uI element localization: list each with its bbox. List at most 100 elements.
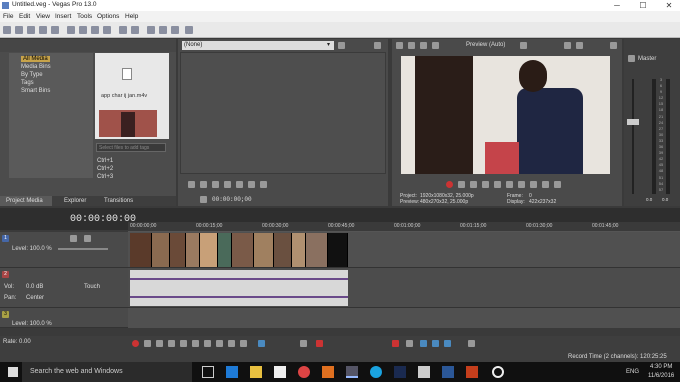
delete-icon[interactable] bbox=[316, 340, 323, 347]
save-icon[interactable] bbox=[27, 26, 35, 34]
loop-icon[interactable] bbox=[188, 181, 195, 188]
next-frame-icon[interactable] bbox=[260, 181, 267, 188]
clock-time[interactable]: 4:30 PM bbox=[650, 364, 672, 370]
vegas-pro-icon[interactable] bbox=[346, 366, 358, 378]
app-circle-icon[interactable] bbox=[492, 366, 504, 378]
save-snapshot-icon[interactable] bbox=[576, 42, 583, 49]
media-player-icon[interactable] bbox=[322, 366, 334, 378]
tree-item-by-type[interactable]: By Type bbox=[21, 72, 43, 78]
go-to-start-icon[interactable] bbox=[204, 340, 211, 347]
copy-snapshot-icon[interactable] bbox=[564, 42, 571, 49]
menu-options[interactable]: Options bbox=[97, 13, 119, 20]
record-icon[interactable] bbox=[446, 181, 453, 188]
menu-help[interactable]: Help bbox=[125, 13, 138, 20]
photoshop-icon[interactable] bbox=[394, 366, 406, 378]
stop-icon[interactable] bbox=[236, 181, 243, 188]
prev-frame-icon[interactable] bbox=[228, 340, 235, 347]
skype-icon[interactable] bbox=[370, 366, 382, 378]
grid-icon[interactable] bbox=[520, 42, 527, 49]
marker-icon[interactable] bbox=[392, 340, 399, 347]
windows-start-icon[interactable] bbox=[8, 367, 18, 377]
snapping-icon[interactable] bbox=[420, 340, 427, 347]
go-to-end-icon[interactable] bbox=[216, 340, 223, 347]
redo-icon[interactable] bbox=[131, 26, 139, 34]
tab-project-media[interactable]: Project Media bbox=[0, 196, 52, 206]
tree-item-smart-bins[interactable]: Smart Bins bbox=[21, 88, 50, 94]
powerpoint-icon[interactable] bbox=[466, 366, 478, 378]
menu-edit[interactable]: Edit bbox=[19, 13, 30, 20]
menu-file[interactable]: File bbox=[3, 13, 13, 20]
mail-icon[interactable] bbox=[418, 366, 430, 378]
next-frame-icon[interactable] bbox=[554, 181, 561, 188]
menu-insert[interactable]: Insert bbox=[55, 13, 71, 20]
pause-icon[interactable] bbox=[224, 181, 231, 188]
loop-icon[interactable] bbox=[144, 340, 151, 347]
next-frame-icon[interactable] bbox=[240, 340, 247, 347]
cut-icon[interactable] bbox=[67, 26, 75, 34]
preview-properties-icon[interactable] bbox=[396, 42, 403, 49]
video-level-slider[interactable] bbox=[58, 248, 108, 250]
open-icon[interactable] bbox=[15, 26, 23, 34]
timeline-tracks-area[interactable] bbox=[128, 232, 680, 328]
record-icon[interactable] bbox=[132, 340, 139, 347]
normal-edit-tool-icon[interactable] bbox=[147, 26, 155, 34]
edit-tool-icon[interactable] bbox=[258, 340, 265, 347]
audio-event[interactable] bbox=[130, 270, 348, 306]
tags-input[interactable]: Select files to add tags bbox=[96, 143, 166, 152]
tab-transitions[interactable]: Transitions bbox=[104, 198, 133, 204]
menu-view[interactable]: View bbox=[36, 13, 50, 20]
pause-icon[interactable] bbox=[494, 181, 501, 188]
prev-frame-icon[interactable] bbox=[248, 181, 255, 188]
preview-close-icon[interactable] bbox=[610, 42, 617, 49]
stop-icon[interactable] bbox=[192, 340, 199, 347]
external-monitor-icon[interactable] bbox=[408, 42, 415, 49]
master-fader-track[interactable] bbox=[632, 79, 634, 194]
maximize-button[interactable]: ☐ bbox=[632, 0, 654, 11]
play-icon[interactable] bbox=[168, 340, 175, 347]
properties-icon[interactable] bbox=[39, 26, 47, 34]
media-file-name[interactable]: app char ij jan.m4v bbox=[101, 93, 147, 99]
loop-icon[interactable] bbox=[458, 181, 465, 188]
overlays-icon[interactable] bbox=[432, 42, 439, 49]
track-mute-icon[interactable] bbox=[70, 235, 77, 242]
clock-date[interactable]: 11/6/2016 bbox=[648, 373, 674, 379]
close-button[interactable]: ✕ bbox=[658, 0, 680, 11]
prev-frame-icon[interactable] bbox=[542, 181, 549, 188]
envelope-tool-icon[interactable] bbox=[159, 26, 167, 34]
edge-icon[interactable] bbox=[226, 366, 238, 378]
split-screen-icon[interactable] bbox=[420, 42, 427, 49]
tree-item-tags[interactable]: Tags bbox=[21, 80, 34, 86]
lock-envelopes-icon[interactable] bbox=[444, 340, 451, 347]
delete-icon[interactable] bbox=[103, 26, 111, 34]
taskbar-search-box[interactable]: Search the web and Windows bbox=[22, 362, 192, 382]
go-to-start-icon[interactable] bbox=[518, 181, 525, 188]
tab-explorer[interactable]: Explorer bbox=[64, 198, 86, 204]
play-from-start-icon[interactable] bbox=[156, 340, 163, 347]
play-icon[interactable] bbox=[470, 181, 477, 188]
track-solo-icon[interactable] bbox=[84, 235, 91, 242]
video-event[interactable] bbox=[130, 233, 348, 267]
tree-item-all-media[interactable]: All Media bbox=[21, 56, 50, 62]
trimmer-options-icon[interactable] bbox=[338, 42, 345, 49]
stop-icon[interactable] bbox=[506, 181, 513, 188]
preview-quality-dropdown[interactable]: Preview (Auto) bbox=[466, 42, 505, 48]
tree-item-media-bins[interactable]: Media Bins bbox=[21, 64, 51, 70]
audio-mode[interactable]: Touch bbox=[84, 284, 100, 290]
split-icon[interactable] bbox=[300, 340, 307, 347]
play-from-start-icon[interactable] bbox=[212, 181, 219, 188]
region-icon[interactable] bbox=[406, 340, 413, 347]
store-icon[interactable] bbox=[274, 366, 286, 378]
media-thumbnail[interactable] bbox=[99, 110, 157, 137]
ignore-grouping-icon[interactable] bbox=[468, 340, 475, 347]
minimize-button[interactable]: ─ bbox=[606, 0, 628, 11]
copy-icon[interactable] bbox=[79, 26, 87, 34]
undo-icon[interactable] bbox=[119, 26, 127, 34]
task-view-icon[interactable] bbox=[202, 366, 214, 378]
menu-tools[interactable]: Tools bbox=[77, 13, 92, 20]
play-icon[interactable] bbox=[200, 181, 207, 188]
word-icon[interactable] bbox=[442, 366, 454, 378]
auto-crossfade-icon[interactable] bbox=[432, 340, 439, 347]
timeline-ruler[interactable]: 00:00:00;00 00:00:15;00 00:00:30;00 00:00:4… bbox=[128, 222, 680, 232]
language-indicator[interactable]: ENG bbox=[626, 369, 639, 375]
pause-icon[interactable] bbox=[180, 340, 187, 347]
